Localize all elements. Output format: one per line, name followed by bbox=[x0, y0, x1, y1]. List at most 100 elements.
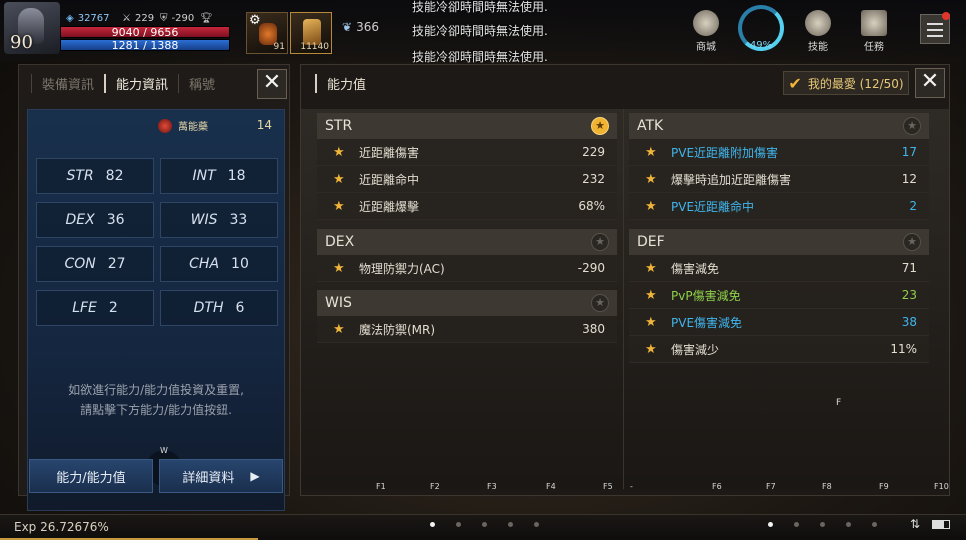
elixir-icon bbox=[158, 118, 172, 133]
list-item: ★ 近距離命中 232 bbox=[317, 166, 617, 193]
close-icon: ✕ bbox=[262, 70, 282, 95]
fkey-label: F4 bbox=[546, 482, 556, 491]
panel-tabs: 裝備資訊 能力資訊 稱號 bbox=[19, 65, 289, 101]
fkey-label: F5 bbox=[603, 482, 613, 491]
quick-slot-scroll[interactable]: 11140 bbox=[290, 12, 332, 54]
fkey-label: F1 bbox=[376, 482, 386, 491]
stat-str: STR 82 bbox=[36, 158, 154, 194]
ability-value-panel: 能力值 ✔ 我的最愛 (12/50) ✕ STR ★ ★ 近距離傷害 229 ★ 近距… bbox=[300, 64, 950, 496]
wing-stat: ❦ 366 bbox=[342, 20, 379, 34]
tab-ability-info[interactable]: 能力資訊 bbox=[104, 73, 178, 93]
section-header: ATK ★ bbox=[629, 113, 929, 139]
favorite-star-icon[interactable]: ★ bbox=[903, 117, 921, 135]
checkmark-icon: ✔ bbox=[788, 73, 802, 93]
close-icon: ✕ bbox=[920, 69, 940, 94]
exp-text: Exp 26.72676% bbox=[14, 520, 109, 534]
star-icon: ★ bbox=[333, 260, 345, 276]
fkey-label: F3 bbox=[487, 482, 497, 491]
ability-button[interactable]: 能力/能力值 bbox=[29, 459, 153, 493]
left-close-button[interactable]: ✕ bbox=[257, 69, 287, 99]
shop-icon bbox=[693, 10, 719, 36]
page-dot[interactable] bbox=[430, 522, 435, 527]
character-info-panel: 裝備資訊 能力資訊 稱號 ✕ 萬能藥 14 STR 82 INT 18 DEX 36 … bbox=[18, 64, 290, 511]
favorites-button[interactable]: ✔ 我的最愛 (12/50) bbox=[783, 71, 909, 95]
right-close-button[interactable]: ✕ bbox=[915, 68, 945, 98]
top-hud: 90 ◈ 32767 ⚔ 229 ⛨ -290 🏆︎ 9040 / 9656 1… bbox=[0, 0, 966, 64]
page-dot[interactable] bbox=[508, 522, 513, 527]
stat-details-area: STR ★ ★ 近距離傷害 229 ★ 近距離命中 232 ★ 近距離爆擊 68% DEX … bbox=[301, 109, 949, 489]
fkey-label: F7 bbox=[766, 482, 776, 491]
section-str: STR ★ ★ 近距離傷害 229 ★ 近距離命中 232 ★ 近距離爆擊 68% bbox=[317, 113, 617, 220]
quick-slot-potion[interactable]: ⚙ 91 bbox=[246, 12, 288, 54]
star-icon: ★ bbox=[645, 341, 657, 357]
section-dex: DEX ★ ★ 物理防禦力(AC) -290 bbox=[317, 229, 617, 282]
page-dot[interactable] bbox=[456, 522, 461, 527]
page-dot[interactable] bbox=[794, 522, 799, 527]
character-level: 90 bbox=[10, 32, 33, 53]
stat-dth: DTH 6 bbox=[160, 290, 278, 326]
favorite-star-icon[interactable]: ★ bbox=[591, 117, 609, 135]
stat-wis: WIS 33 bbox=[160, 202, 278, 238]
section-header: DEX ★ bbox=[317, 229, 617, 255]
page-dot[interactable] bbox=[534, 522, 539, 527]
battery-icon bbox=[932, 520, 950, 529]
arrow-right-icon: ▶ bbox=[250, 469, 260, 483]
star-icon: ★ bbox=[333, 144, 345, 160]
detail-button[interactable]: 詳細資料 ▶ bbox=[159, 459, 283, 493]
favorite-star-icon[interactable]: ★ bbox=[591, 233, 609, 251]
section-header: DEF ★ bbox=[629, 229, 929, 255]
skill-icon bbox=[805, 10, 831, 36]
list-item: ★ 傷害減少 11% bbox=[629, 336, 929, 363]
fkey-label: F8 bbox=[822, 482, 832, 491]
mp-bar: 1281 / 1388 bbox=[60, 39, 230, 51]
page-dot[interactable] bbox=[820, 522, 825, 527]
ring-percent: 49% bbox=[749, 40, 773, 51]
section-header: STR ★ bbox=[317, 113, 617, 139]
section-header: WIS ★ bbox=[317, 290, 617, 316]
section-wis: WIS ★ ★ 魔法防禦(MR) 380 bbox=[317, 290, 617, 343]
shop-button[interactable]: 商城 bbox=[686, 10, 726, 53]
hp-text: 9040 / 9656 bbox=[111, 26, 179, 39]
mp-text: 1281 / 1388 bbox=[111, 39, 179, 52]
list-item: ★ 傷害減免 71 bbox=[629, 255, 929, 282]
base-stat-grid: STR 82 INT 18 DEX 36 WIS 33 CON 27 CHA 10 LFE 2… bbox=[36, 158, 278, 326]
trophy-icon: 🏆︎ bbox=[200, 13, 213, 24]
favorite-star-icon[interactable]: ★ bbox=[591, 294, 609, 312]
notification-dot bbox=[942, 12, 950, 20]
list-item: ★ PVE近距離命中 2 bbox=[629, 193, 929, 220]
helmet-icon: ⛨ bbox=[160, 13, 168, 24]
defense-stat: ⛨ -290 bbox=[160, 13, 195, 24]
tab-title[interactable]: 稱號 bbox=[178, 73, 225, 93]
page-dot[interactable] bbox=[872, 522, 877, 527]
tab-equipment-info[interactable]: 裝備資訊 bbox=[31, 73, 104, 93]
page-dot[interactable] bbox=[846, 522, 851, 527]
stat-cha: CHA 10 bbox=[160, 246, 278, 282]
star-icon: ★ bbox=[333, 198, 345, 214]
list-item: ★ 近距離傷害 229 bbox=[317, 139, 617, 166]
reset-hint: 如欲進行能力/能力值投資及重置, 請點擊下方能力/能力值按鈕. bbox=[68, 383, 244, 417]
star-icon: ★ bbox=[645, 171, 657, 187]
list-item: ★ PVE近距離附加傷害 17 bbox=[629, 139, 929, 166]
ability-stats-area: 萬能藥 14 STR 82 INT 18 DEX 36 WIS 33 CON 27 CHA… bbox=[27, 109, 285, 511]
favorite-star-icon[interactable]: ★ bbox=[903, 233, 921, 251]
hamburger-icon bbox=[927, 23, 943, 25]
elixir-count: 14 bbox=[256, 118, 272, 132]
wing-icon: ❦ bbox=[342, 20, 353, 34]
page-dot[interactable] bbox=[768, 522, 773, 527]
skill-button[interactable]: 技能 bbox=[798, 10, 838, 53]
sword-icon: ⚔ bbox=[122, 13, 131, 24]
attack-stat: ⚔ 229 bbox=[122, 13, 155, 24]
star-icon: ★ bbox=[333, 171, 345, 187]
stat-int: INT 18 bbox=[160, 158, 278, 194]
quest-button[interactable]: 任務 bbox=[854, 10, 894, 53]
page-dot[interactable] bbox=[482, 522, 487, 527]
stat-lfe: LFE 2 bbox=[36, 290, 154, 326]
list-item: ★ PvP傷害減免 23 bbox=[629, 282, 929, 309]
fkey-label: - bbox=[630, 482, 633, 491]
network-icon: ⇅ bbox=[910, 517, 921, 531]
list-item: ★ 爆擊時追加近距離傷害 12 bbox=[629, 166, 929, 193]
panel-title: 能力值 bbox=[315, 73, 366, 93]
fkey-label: F9 bbox=[879, 482, 889, 491]
power-icon: ◈ bbox=[66, 13, 74, 24]
star-icon: ★ bbox=[645, 314, 657, 330]
